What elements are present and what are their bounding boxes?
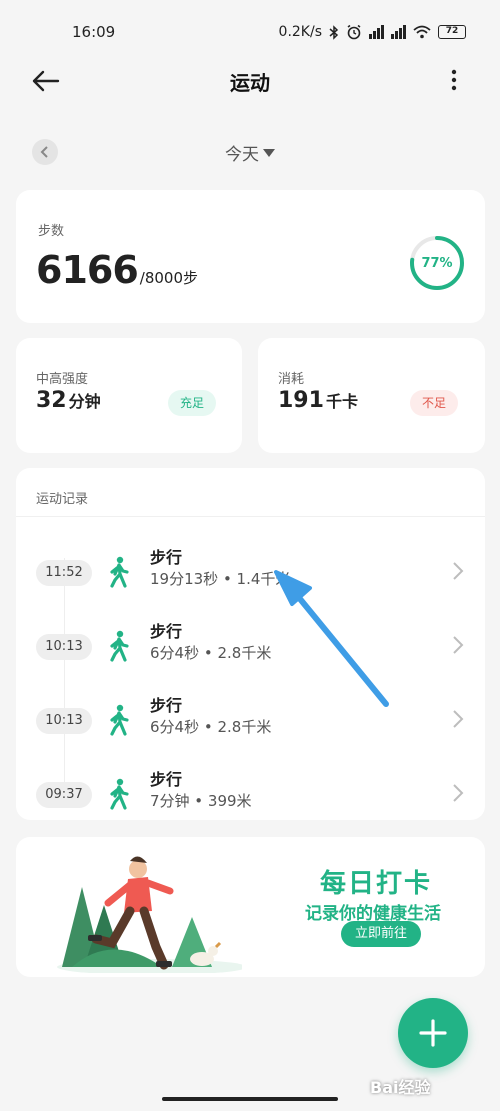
steps-card[interactable]: 步数 6166 /8000步 77% xyxy=(16,190,485,323)
steps-goal: /8000步 xyxy=(139,269,198,287)
calorie-label: 消耗 xyxy=(278,372,305,387)
steps-value: 6166 /8000步 xyxy=(36,248,198,292)
record-detail: 19分13秒 • 1.4千米 xyxy=(150,570,291,588)
intensity-card[interactable]: 中高强度 32 分钟 充足 xyxy=(16,338,242,453)
chevron-right-icon xyxy=(453,710,464,728)
page-title: 运动 xyxy=(230,70,270,95)
record-detail: 6分4秒 • 2.8千米 xyxy=(150,644,272,662)
signal-1-icon xyxy=(369,25,384,39)
record-name: 步行 xyxy=(150,696,183,715)
record-item[interactable]: 09:37 步行 7分钟 • 399米 xyxy=(16,766,485,826)
walking-person-icon xyxy=(110,556,129,588)
calorie-value: 191 千卡 xyxy=(278,388,358,413)
status-icons: 0.2K/s 72 xyxy=(279,24,466,40)
wifi-icon xyxy=(413,25,431,39)
record-detail: 6分4秒 • 2.8千米 xyxy=(150,718,272,736)
calorie-unit: 千卡 xyxy=(325,392,358,411)
steps-count: 6166 xyxy=(36,248,139,292)
date-label: 今天 xyxy=(225,145,259,165)
record-item[interactable]: 11:52 步行 19分13秒 • 1.4千米 xyxy=(16,544,485,604)
steps-percent: 77% xyxy=(421,255,453,271)
daily-checkin-banner[interactable]: 每日打卡 记录你的健康生活 立即前往 xyxy=(16,837,485,977)
previous-day-button[interactable] xyxy=(32,139,58,165)
intensity-value: 32 分钟 xyxy=(36,388,101,413)
walking-person-icon xyxy=(110,630,129,662)
battery-icon: 72 xyxy=(438,25,466,39)
intensity-status-badge: 充足 xyxy=(168,390,217,416)
go-now-button[interactable]: 立即前往 xyxy=(341,921,421,947)
more-vertical-icon[interactable] xyxy=(448,68,460,92)
signal-2-icon xyxy=(391,25,406,39)
chevron-right-icon xyxy=(453,636,464,654)
record-name: 步行 xyxy=(150,622,183,641)
chevron-right-icon xyxy=(453,784,464,802)
chevron-left-icon xyxy=(40,146,48,158)
record-time: 11:52 xyxy=(36,560,92,586)
intensity-unit: 分钟 xyxy=(68,392,101,411)
bluetooth-icon xyxy=(329,24,339,40)
steps-label: 步数 xyxy=(38,224,65,239)
walking-person-icon xyxy=(110,704,129,736)
alarm-icon xyxy=(347,24,361,40)
calorie-number: 191 xyxy=(278,388,324,413)
record-detail: 7分钟 • 399米 xyxy=(150,792,252,810)
intensity-number: 32 xyxy=(36,388,67,413)
records-divider xyxy=(16,516,485,517)
exercise-records-card: 运动记录 11:52 步行 19分13秒 • 1.4千米 10:13 步行 6分… xyxy=(16,468,485,820)
record-time: 10:13 xyxy=(36,708,92,734)
record-name: 步行 xyxy=(150,770,183,789)
record-item[interactable]: 10:13 步行 6分4秒 • 2.8千米 xyxy=(16,692,485,752)
date-selector[interactable]: 今天 xyxy=(225,140,275,165)
banner-title: 每日打卡 xyxy=(319,869,432,899)
date-row: 今天 xyxy=(0,134,500,170)
record-item[interactable]: 10:13 步行 6分4秒 • 2.8千米 xyxy=(16,618,485,678)
home-indicator xyxy=(162,1097,338,1101)
records-title: 运动记录 xyxy=(36,492,89,507)
intensity-label: 中高强度 xyxy=(36,372,89,387)
status-bar: 16:09 0.2K/s 72 xyxy=(0,0,500,64)
calorie-card[interactable]: 消耗 191 千卡 不足 xyxy=(258,338,485,453)
back-arrow-icon[interactable] xyxy=(30,66,62,96)
add-workout-button[interactable] xyxy=(398,998,468,1068)
record-name: 步行 xyxy=(150,548,183,567)
record-time: 10:13 xyxy=(36,634,92,660)
status-time: 16:09 xyxy=(72,23,116,41)
chevron-right-icon xyxy=(453,562,464,580)
watermark: Bai经验 xyxy=(370,1078,431,1097)
caret-down-icon xyxy=(263,148,275,157)
app-bar: 运动 xyxy=(0,56,500,106)
record-time: 09:37 xyxy=(36,782,92,808)
plus-icon xyxy=(419,1019,447,1047)
walking-person-icon xyxy=(110,778,129,810)
network-speed: 0.2K/s xyxy=(278,24,322,40)
jogger-illustration xyxy=(57,856,242,973)
calorie-status-badge: 不足 xyxy=(410,390,459,416)
